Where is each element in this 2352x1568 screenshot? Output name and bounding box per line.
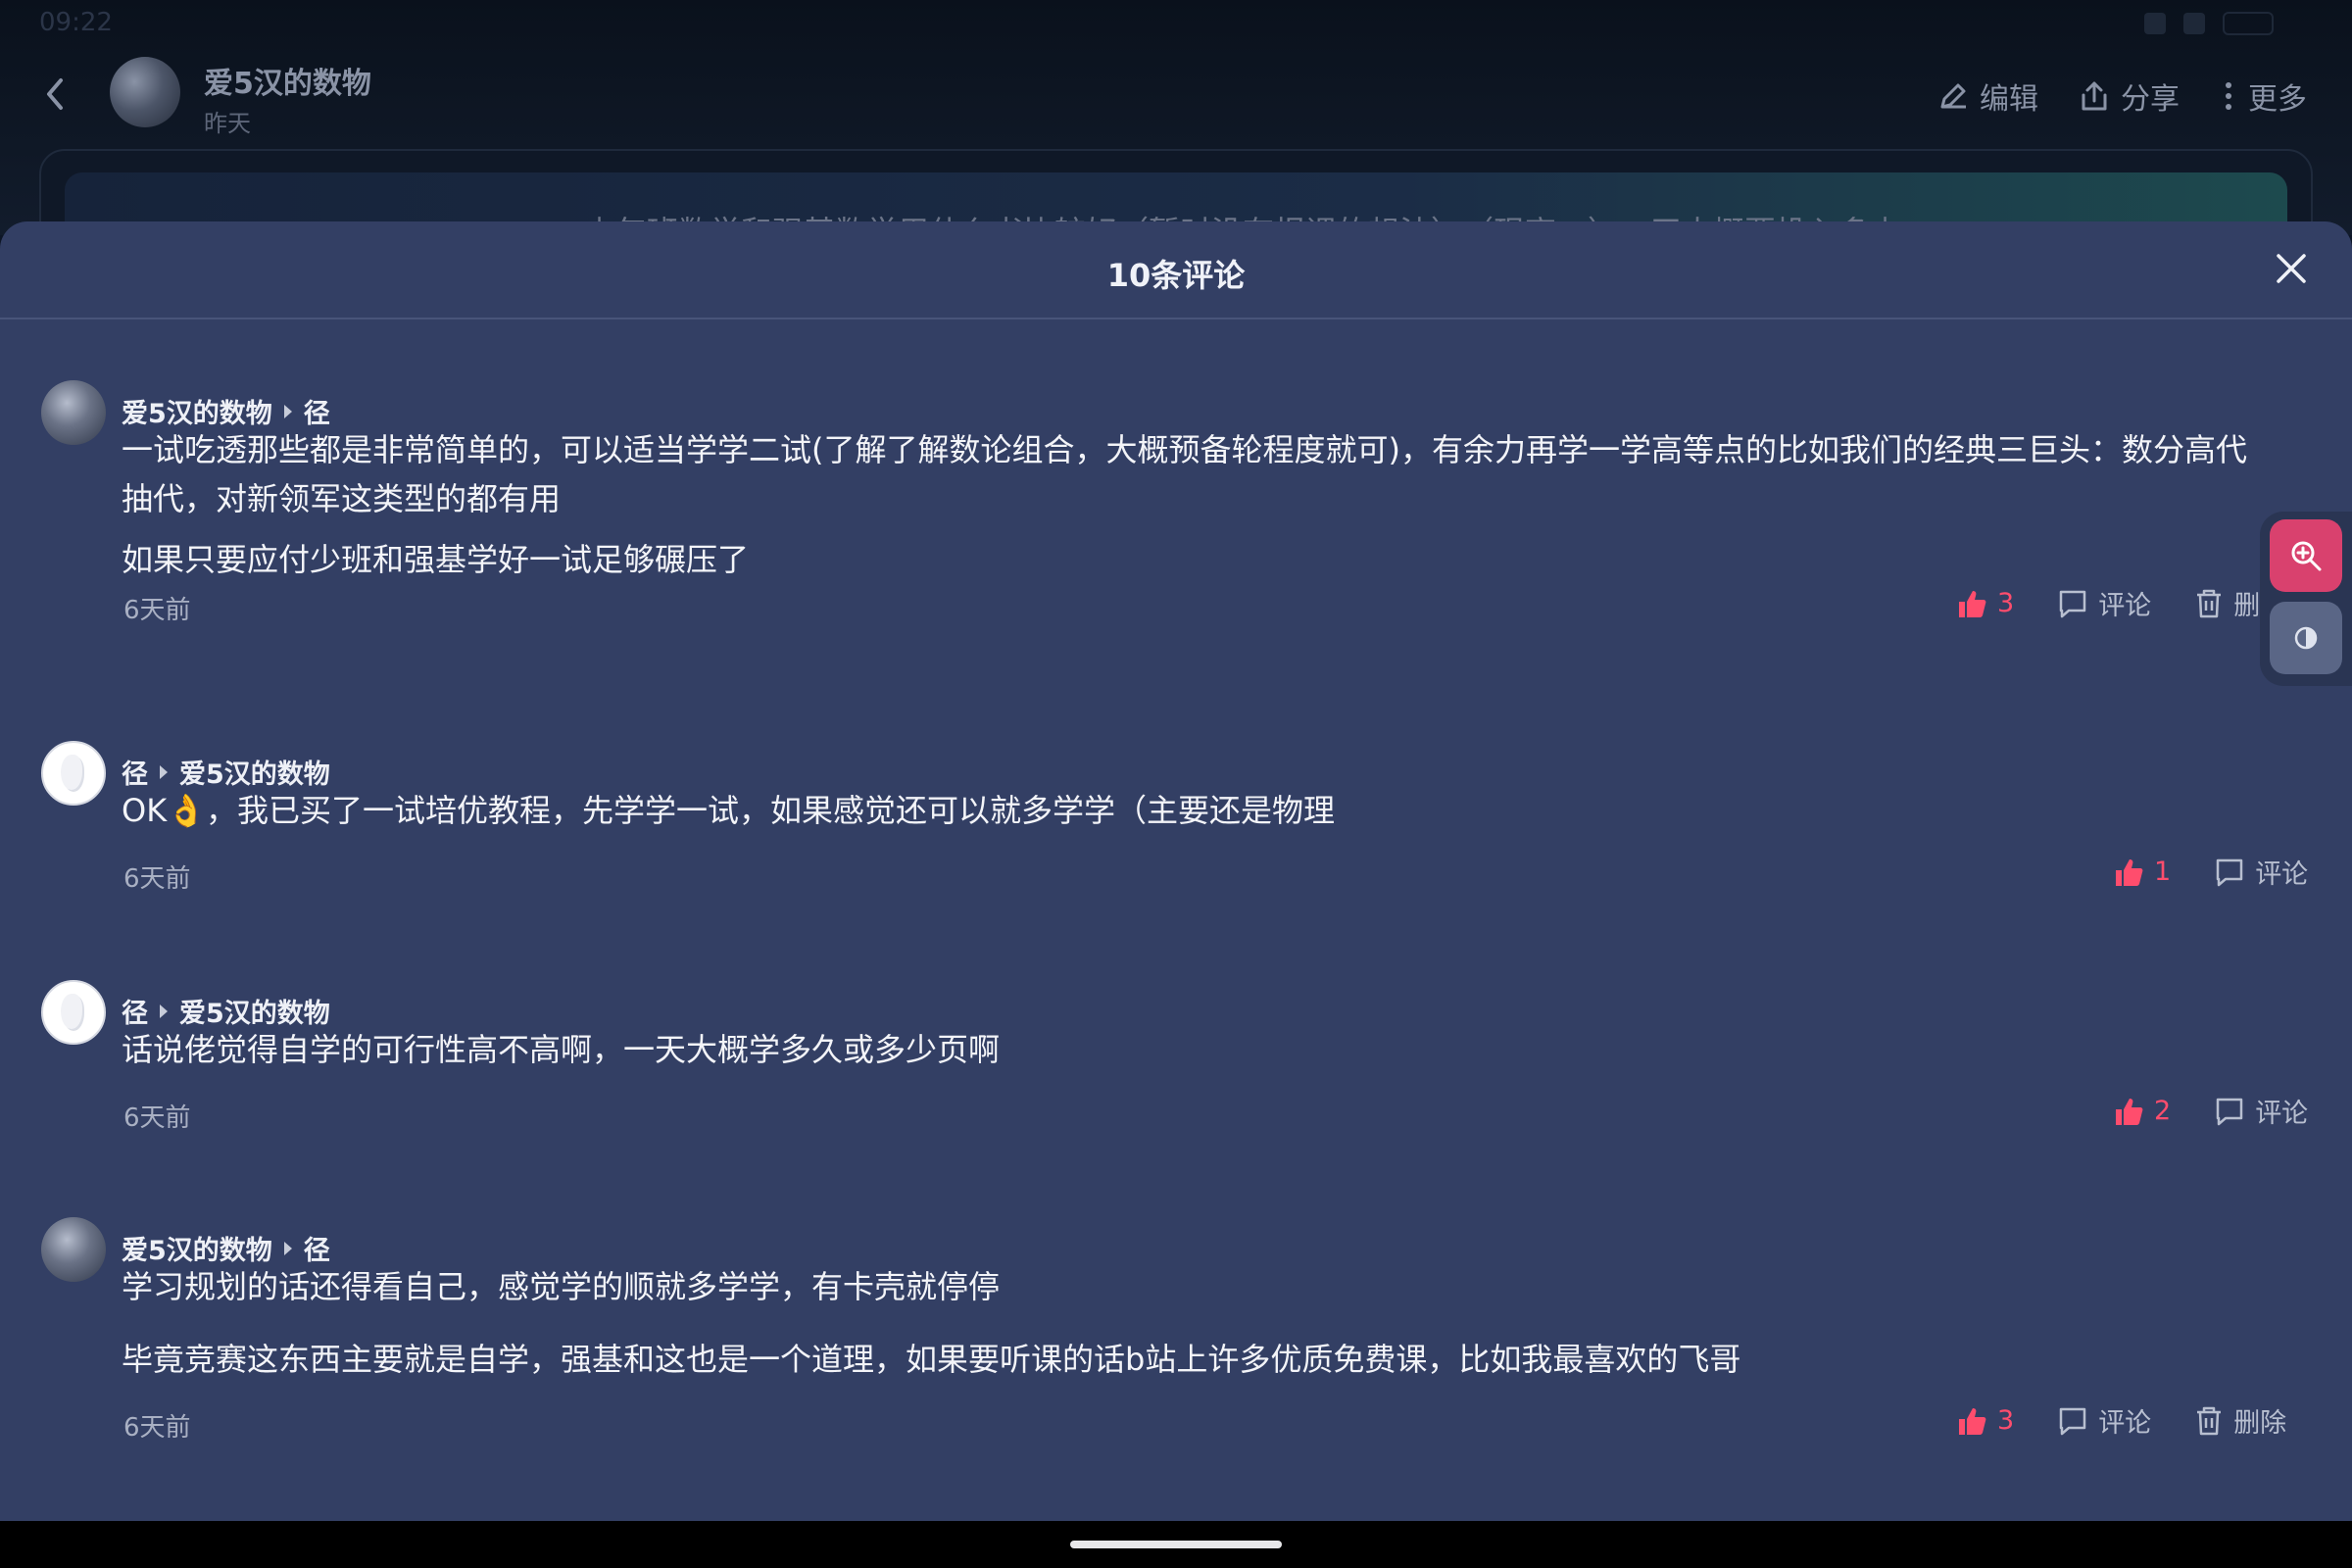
reply-button[interactable]: 评论 [2214,853,2308,891]
comment-time: 6天前 [123,1103,191,1133]
comment-text: OK👌，我已买了一试培优教程，先学学一试，如果感觉还可以就多学学（主要还是物理 [122,792,1336,829]
like-button[interactable]: 3 [1956,588,2014,619]
chevron-left-icon [47,78,63,110]
edit-button[interactable]: 编辑 [1936,74,2038,118]
home-indicator[interactable] [1070,1541,1282,1548]
avatar[interactable] [41,980,106,1045]
reply-arrow-icon [283,1241,292,1255]
reply-arrow-icon [283,404,292,418]
pencil-icon [1940,83,1966,109]
battery-icon [2223,12,2274,35]
post-actions: 编辑 分享 更多 [1936,74,2307,118]
comment-text: 如果只要应付少班和强基学好一试足够碾压了 [122,541,750,578]
comment-actions: 1 评论 [2113,853,2308,891]
like-count: 2 [2154,1096,2172,1126]
trash-icon [2197,589,2222,617]
comment-text: 一试吃透那些都是非常简单的，可以适当学学二试(了解了解数论组合，大概预备轮程度就… [122,431,2247,517]
more-vertical-icon [2226,82,2231,110]
comment-text: 毕竟竞赛这东西主要就是自学，强基和这也是一个道理，如果要听课的话b站上许多优质免… [122,1341,1741,1378]
post-background: 09:22 爱5汉的数物 昨天 编辑 分享 更多 [0,0,2352,267]
avatar[interactable] [41,741,106,806]
comment-time: 6天前 [123,864,191,894]
theme-toggle-button[interactable] [2270,602,2342,674]
reply-button[interactable]: 评论 [2214,1092,2308,1130]
post-date: 昨天 [204,110,251,137]
zoom-button[interactable] [2270,519,2342,592]
comment-time: 6天前 [123,596,191,625]
reply-label: 评论 [2255,1099,2309,1129]
reply-label: 评论 [2255,859,2309,890]
delete-button[interactable]: 删除 [2194,1401,2286,1440]
avatar[interactable] [41,380,106,445]
comment-text: 话说佬觉得自学的可行性高不高啊，一天大概学多久或多少页啊 [122,1031,1001,1068]
share-label: 分享 [2121,82,2180,117]
close-button[interactable] [2270,247,2313,290]
reply-arrow-icon [160,764,168,779]
like-count: 3 [1997,1405,2015,1436]
comment-time: 6天前 [123,1413,191,1443]
like-button[interactable]: 3 [1956,1405,2014,1437]
thumbs-up-icon [2116,1098,2143,1125]
share-button[interactable]: 分享 [2078,74,2180,118]
comment-actions: 2 评论 [2113,1092,2308,1130]
thumbs-up-icon [2116,858,2143,886]
comment-text: 学习规划的话还得看自己，感觉学的顺就多学学，有卡壳就停停 [122,1268,1001,1305]
thumbs-up-icon [1959,1407,1986,1435]
more-label: 更多 [2248,82,2307,117]
reply-button[interactable]: 评论 [2057,584,2151,622]
thumbs-up-icon [1959,590,1986,617]
wifi-icon [2183,13,2205,34]
comment-icon [2216,1098,2243,1125]
comment-actions: 3 评论 删除 [1956,1401,2286,1440]
sheet-header: 10条评论 [0,221,2352,319]
reply-label: 评论 [2098,591,2152,621]
reply-button[interactable]: 评论 [2057,1401,2151,1440]
more-button[interactable]: 更多 [2219,74,2307,118]
comments-sheet: 10条评论 爱5汉的数物 径 一试吃透那些都是非常简单的，可以适当学学二试(了解… [0,221,2352,1521]
side-tools [2260,512,2352,686]
zoom-in-icon [2291,541,2322,571]
author-avatar[interactable] [110,57,180,127]
author-name[interactable]: 爱5汉的数物 [204,59,371,102]
edit-label: 编辑 [1980,82,2038,117]
comment-actions: 3 评论 删除 [1956,584,2286,622]
sheet-title: 10条评论 [1106,257,1246,294]
like-button[interactable]: 1 [2113,857,2171,888]
like-button[interactable]: 2 [2113,1096,2171,1127]
trash-icon [2197,1406,2222,1435]
avatar[interactable] [41,1217,106,1282]
comment-icon [2059,590,2086,617]
reply-arrow-icon [160,1004,168,1018]
comment-icon [2216,858,2243,886]
bluetooth-icon [2144,13,2166,34]
close-icon [2277,254,2306,283]
share-icon [2082,81,2107,111]
like-count: 1 [2154,857,2172,887]
delete-label: 删除 [2233,1408,2287,1439]
comment-icon [2059,1407,2086,1435]
status-icons [2144,12,2274,35]
status-time: 09:22 [39,8,113,37]
like-count: 3 [1997,588,2015,618]
contrast-icon [2294,626,2318,650]
reply-label: 评论 [2098,1408,2152,1439]
back-button[interactable] [37,76,73,112]
